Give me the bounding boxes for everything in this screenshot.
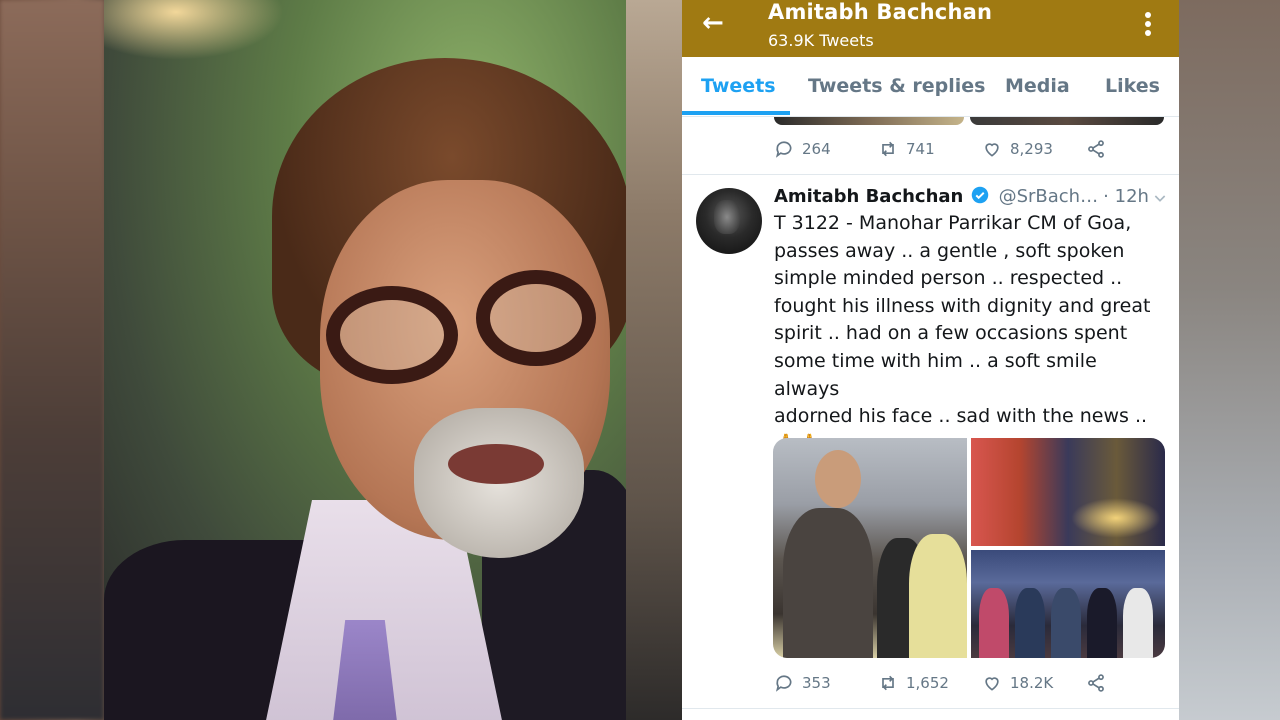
portrait-photo [104,0,626,720]
share-icon [1088,140,1104,158]
share-icon [1088,674,1104,692]
tweet-photo-3[interactable] [971,550,1165,658]
tweet-photo-1[interactable] [773,438,967,658]
share-button[interactable] [1086,134,1106,164]
tab-media[interactable]: Media [1005,75,1070,97]
chevron-down-icon[interactable] [1152,190,1168,206]
tweet-media-grid [773,438,1165,658]
reply-icon [775,141,792,158]
reply-button[interactable]: 264 [774,134,831,164]
kebab-menu-icon[interactable] [1138,10,1158,38]
reply-count: 264 [802,140,831,158]
tweet-divider [682,174,1179,175]
like-count: 8,293 [1010,140,1053,158]
background-blur-right [1179,0,1280,720]
like-button[interactable]: 8,293 [982,134,1053,164]
tweet-time[interactable]: · 12h [1103,186,1149,207]
avatar[interactable] [696,188,762,254]
heart-icon [985,677,999,691]
tab-tweets-replies[interactable]: Tweets & replies [808,75,985,97]
tweet-count: 63.9K Tweets [768,31,874,50]
tweet-photo-2[interactable] [971,438,1165,546]
arrow-left-icon[interactable]: ← [702,10,728,36]
previous-tweet-media[interactable] [774,117,1164,125]
reply-icon [775,675,792,692]
heart-icon [985,143,999,157]
like-count: 18.2K [1010,674,1054,692]
reply-count: 353 [802,674,831,692]
retweet-icon [882,141,894,157]
profile-name: Amitabh Bachchan [768,0,993,24]
retweet-button[interactable]: 1,652 [878,668,949,698]
tweet-header: Amitabh Bachchan @SrBach… · 12h [774,186,1170,212]
previous-tweet-actions: 264 741 8,293 [774,134,1154,164]
background-blur-left [0,0,104,720]
tweet-divider [682,708,1179,709]
profile-tabs: Tweets Tweets & replies Media Likes [682,57,1179,117]
verified-badge-icon [972,186,989,204]
share-button[interactable] [1086,668,1106,698]
retweet-count: 741 [906,140,935,158]
tweet-author-name[interactable]: Amitabh Bachchan [774,186,963,207]
background-blur-middle [626,0,682,720]
retweet-count: 1,652 [906,674,949,692]
tweet-handle[interactable]: @SrBach… [999,186,1099,207]
reply-button[interactable]: 353 [774,668,831,698]
retweet-button[interactable]: 741 [878,134,935,164]
tweet-actions: 353 1,652 18.2K [774,668,1154,698]
tab-tweets[interactable]: Tweets [701,75,776,97]
twitter-profile-screen: ← Amitabh Bachchan 63.9K Tweets Tweets T… [682,0,1179,720]
tab-likes[interactable]: Likes [1105,75,1160,97]
like-button[interactable]: 18.2K [982,668,1053,698]
active-tab-indicator [682,111,790,115]
retweet-icon [882,675,894,691]
tweet-text: T 3122 - Manohar Parrikar CM of Goa, pas… [774,212,1151,455]
app-bar: ← Amitabh Bachchan 63.9K Tweets [682,0,1179,57]
